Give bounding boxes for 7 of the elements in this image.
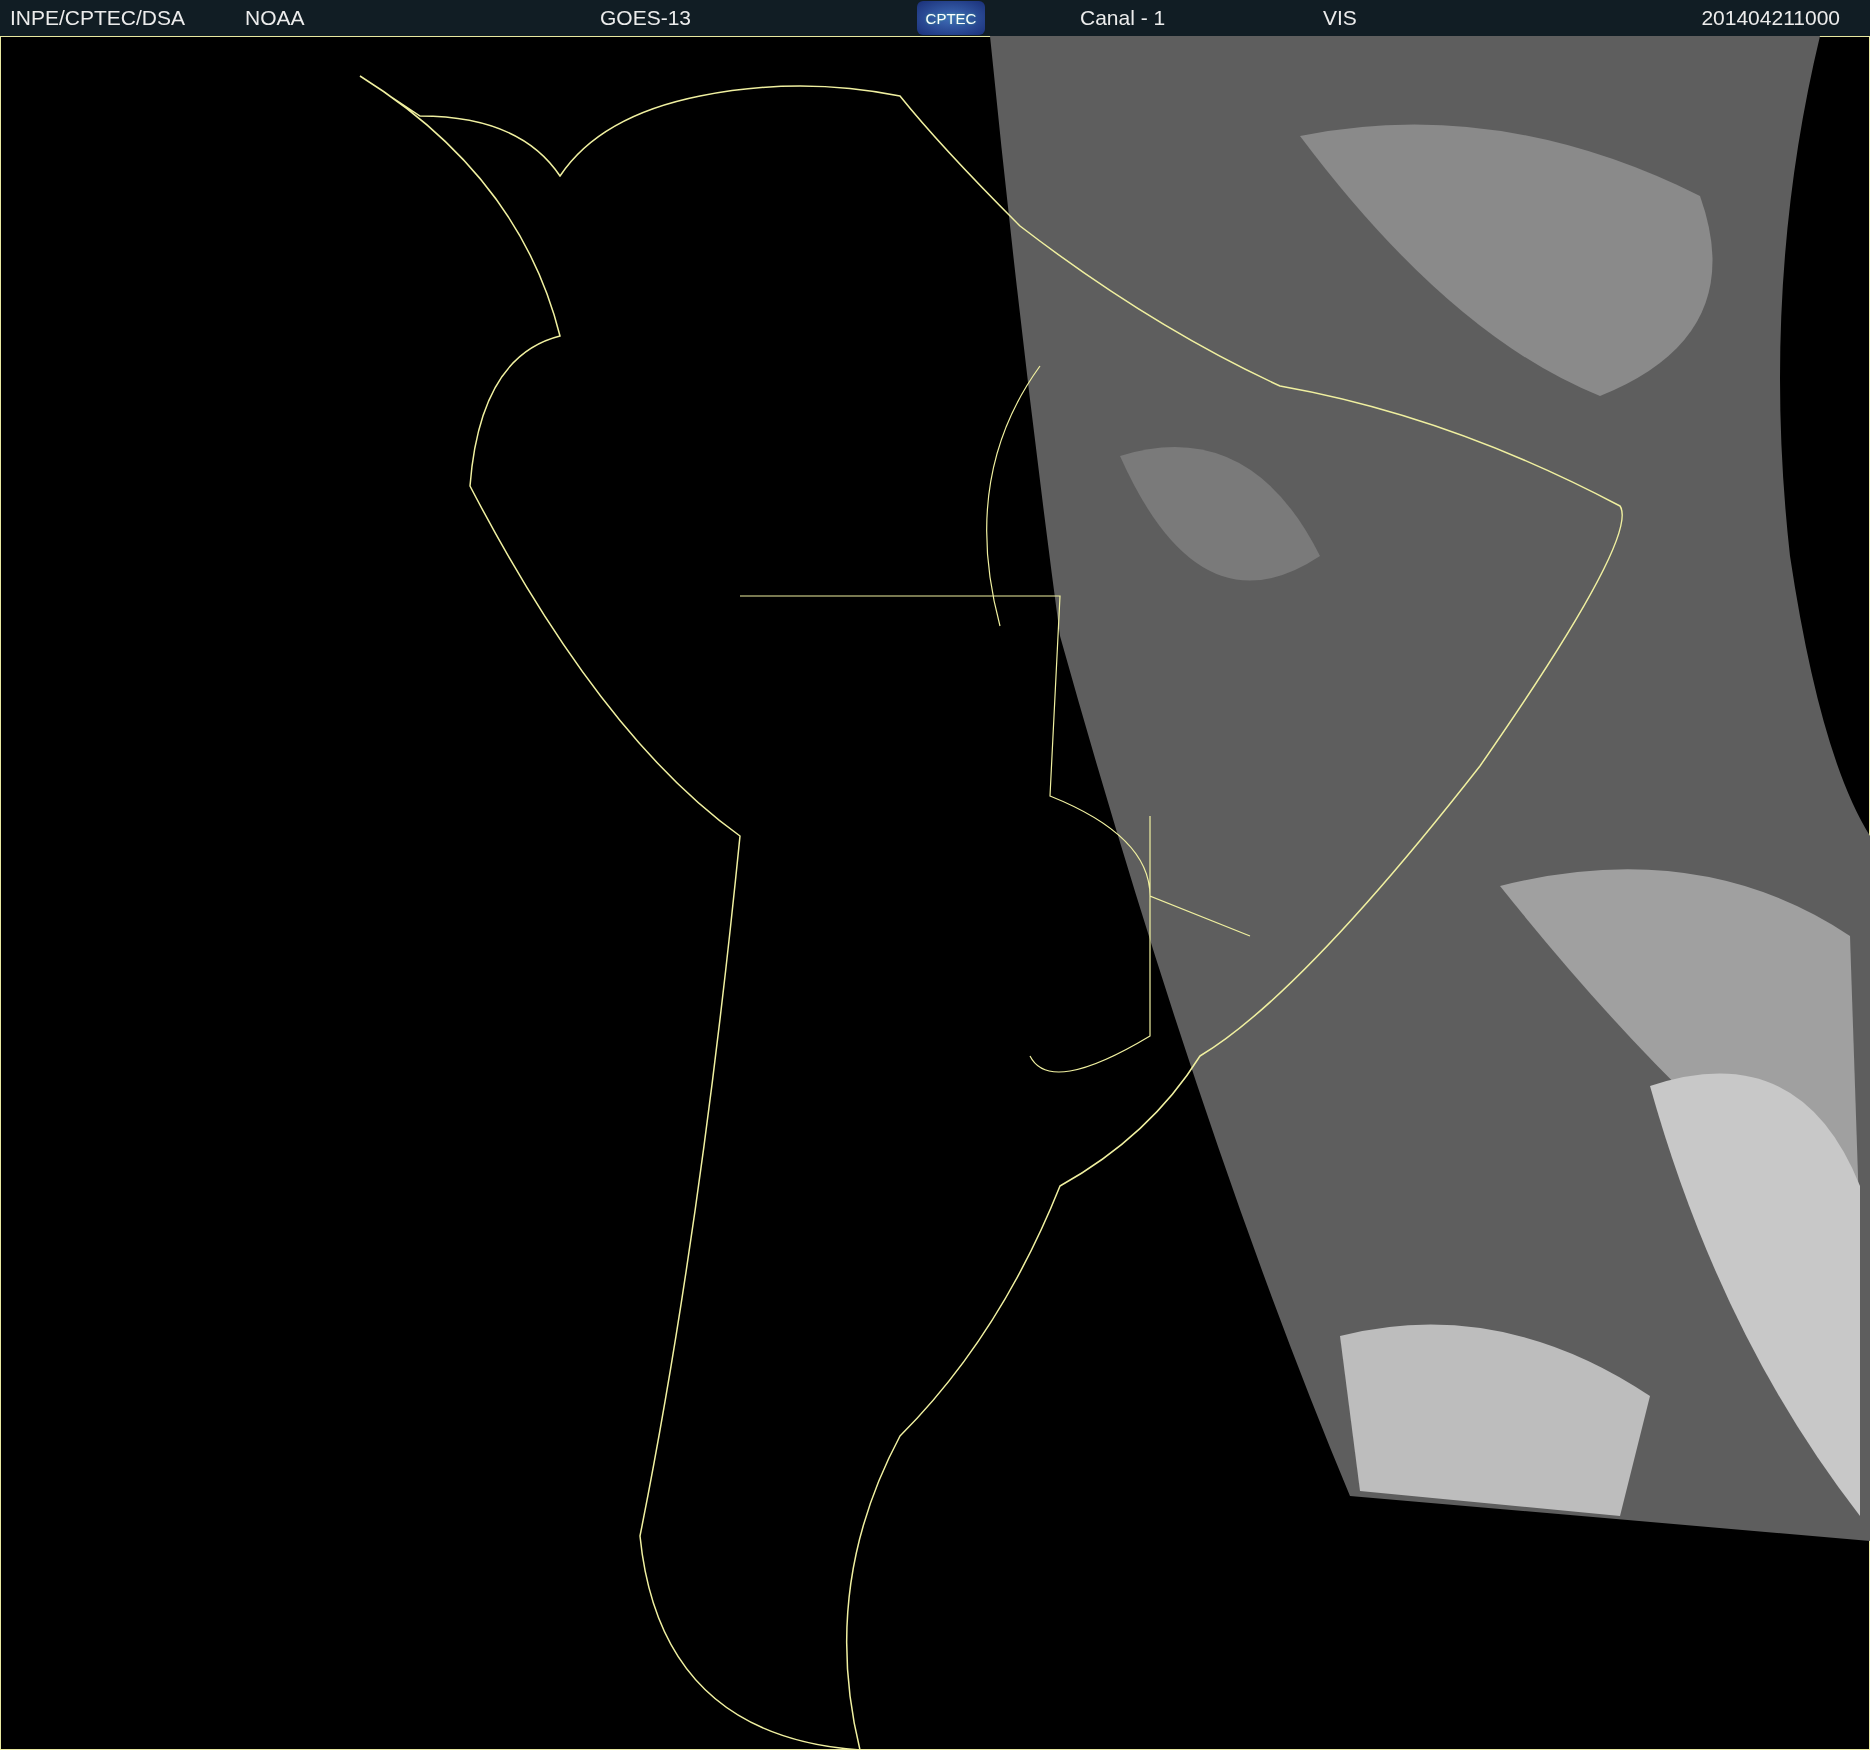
logo: CPTEC [917,1,985,35]
satellite-label: GOES-13 [600,6,692,30]
agency-label: NOAA [245,6,305,30]
band-label: VIS [1323,6,1357,30]
source-label: INPE/CPTEC/DSA [10,6,186,30]
channel-label: Canal - 1 [1080,6,1166,30]
timestamp-label: 201404211000 [1701,6,1840,30]
